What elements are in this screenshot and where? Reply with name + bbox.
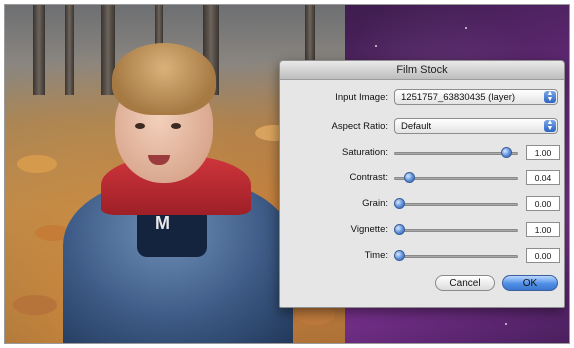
saturation-slider-knob[interactable] [501, 147, 513, 158]
input-image-value: 1251757_63830435 (layer) [401, 92, 516, 103]
contrast-label: Contrast: [349, 172, 388, 183]
child-eye [135, 123, 145, 129]
aspect-ratio-row: Aspect Ratio: Default ▲ ▼ [280, 118, 564, 138]
popup-arrows-icon: ▲ ▼ [544, 90, 556, 103]
vignette-slider-knob[interactable] [394, 224, 405, 235]
aspect-ratio-popup[interactable]: Default ▲ ▼ [394, 118, 558, 134]
leaf [17, 155, 57, 173]
cancel-button[interactable]: Cancel [435, 275, 495, 291]
contrast-row: Contrast: 0.04 [280, 169, 564, 189]
vignette-label: Vignette: [350, 224, 388, 235]
star [465, 27, 467, 29]
saturation-slider-track[interactable] [394, 152, 518, 155]
time-slider-track[interactable] [394, 255, 518, 258]
vignette-slider-track[interactable] [394, 229, 518, 232]
input-image-label: Input Image: [335, 92, 388, 103]
grain-row: Grain: 0.00 [280, 195, 564, 215]
time-value-field[interactable]: 0.00 [526, 248, 560, 263]
vignette-value-field[interactable]: 1.00 [526, 222, 560, 237]
star [375, 45, 377, 47]
saturation-value-field[interactable]: 1.00 [526, 145, 560, 160]
tree-trunk [33, 5, 45, 95]
contrast-slider-knob[interactable] [404, 172, 416, 183]
star [505, 323, 507, 325]
grain-label: Grain: [362, 198, 388, 209]
leaf [13, 295, 57, 315]
saturation-label: Saturation: [342, 147, 388, 158]
grain-slider-track[interactable] [394, 203, 518, 206]
saturation-row: Saturation: 1.00 [280, 144, 564, 164]
screenshot-frame: M Film Stock Input Image: 1251757_638304… [4, 4, 570, 344]
vignette-row: Vignette: 1.00 [280, 221, 564, 241]
time-row: Time: 0.00 [280, 247, 564, 267]
child-eye [171, 123, 181, 129]
tree-trunk [65, 5, 74, 95]
popup-arrows-icon: ▲ ▼ [544, 119, 556, 132]
dialog-title: Film Stock [280, 61, 564, 80]
grain-value-field[interactable]: 0.00 [526, 196, 560, 211]
aspect-ratio-label: Aspect Ratio: [331, 121, 389, 132]
time-slider-knob[interactable] [394, 250, 405, 261]
child-hair [112, 43, 216, 115]
time-label: Time: [364, 250, 388, 261]
grain-slider-knob[interactable] [394, 198, 405, 209]
contrast-value-field[interactable]: 0.04 [526, 170, 560, 185]
leaf [295, 305, 335, 325]
input-image-row: Input Image: 1251757_63830435 (layer) ▲ ▼ [280, 89, 564, 109]
shirt-letter: M [155, 213, 170, 233]
ok-button[interactable]: OK [502, 275, 558, 291]
aspect-ratio-value: Default [401, 121, 432, 132]
film-stock-dialog: Film Stock Input Image: 1251757_63830435… [279, 60, 565, 308]
input-image-popup[interactable]: 1251757_63830435 (layer) ▲ ▼ [394, 89, 558, 105]
